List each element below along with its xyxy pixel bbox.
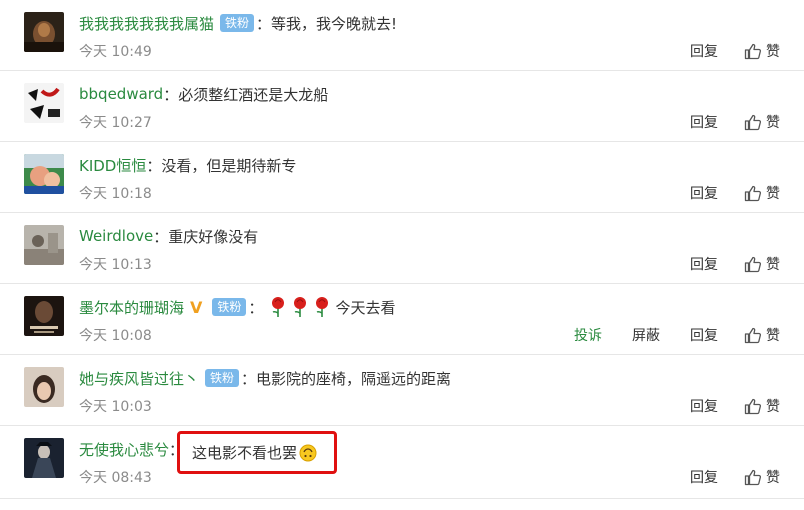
rose-icon — [272, 297, 285, 317]
comment-text: 必须整红酒还是大龙船 — [178, 85, 329, 104]
thumbs-up-icon — [744, 327, 762, 344]
username-link[interactable]: 无使我心悲兮 — [79, 439, 169, 460]
like-button[interactable]: 赞 — [744, 254, 780, 274]
comment-item: 无使我心悲兮 ： 今天 08:43 回复 赞 — [0, 426, 804, 499]
username-link[interactable]: bbqedward — [79, 85, 163, 103]
avatar[interactable] — [24, 83, 64, 123]
avatar[interactable] — [24, 296, 64, 336]
colon: ： — [153, 227, 169, 246]
colon: ： — [163, 85, 179, 104]
comment-text: 等我，我今晚就去! — [271, 14, 398, 33]
colon: ： — [146, 156, 162, 175]
like-label: 赞 — [766, 257, 780, 273]
like-button[interactable]: 赞 — [744, 467, 780, 487]
block-button[interactable]: 屏蔽 — [632, 325, 660, 345]
comment-item: 墨尔本的珊瑚海 V 铁粉 ： 今天去看 今天 10:08 投诉 屏蔽 回复 赞 — [0, 284, 804, 355]
username-link[interactable]: Weirdlove — [79, 227, 153, 245]
rose-icon — [294, 297, 307, 317]
username-link[interactable]: 墨尔本的珊瑚海 — [79, 297, 184, 318]
comment-list: 我我我我我我我属猫 铁粉 ： 等我，我今晚就去! 今天 10:49 回复 赞 b… — [0, 0, 804, 510]
like-label: 赞 — [766, 186, 780, 202]
fan-badge[interactable]: 铁粉 — [220, 14, 255, 32]
highlighted-comment-box: 这电影不看也罢 — [177, 431, 337, 474]
comment-item: Weirdlove ： 重庆好像没有 今天 10:13 回复 赞 — [0, 213, 804, 284]
comment-time: 今天 10:18 — [79, 186, 152, 202]
comment-item: 她与疾风皆过往丶 铁粉 ： 电影院的座椅，隔遥远的距离 今天 10:03 回复 … — [0, 355, 804, 426]
comment-item: 我我我我我我我属猫 铁粉 ： 等我，我今晚就去! 今天 10:49 回复 赞 — [0, 0, 804, 71]
thumbs-up-icon — [744, 114, 762, 131]
avatar[interactable] — [24, 154, 64, 194]
username-link[interactable]: KIDD恒恒 — [79, 155, 146, 176]
comment-text: 今天去看 — [335, 298, 396, 317]
comment-item: KIDD恒恒 ： 没看，但是期待新专 今天 10:18 回复 赞 — [0, 142, 804, 213]
fan-badge[interactable]: 铁粉 — [205, 369, 240, 387]
username-link[interactable]: 我我我我我我我属猫 — [79, 13, 214, 34]
thumbs-up-icon — [744, 185, 762, 202]
like-button[interactable]: 赞 — [744, 183, 780, 203]
thumbs-up-icon — [744, 43, 762, 60]
thumbs-up-icon — [744, 469, 762, 486]
colon: ： — [256, 14, 272, 33]
reply-button[interactable]: 回复 — [690, 112, 718, 132]
comment-text: 没看，但是期待新专 — [161, 156, 297, 175]
reply-button[interactable]: 回复 — [690, 325, 718, 345]
comment-text: 这电影不看也罢 — [192, 444, 298, 462]
avatar[interactable] — [24, 12, 64, 52]
report-button[interactable]: 投诉 — [574, 325, 602, 345]
comment-time: 今天 08:43 — [79, 470, 152, 486]
like-label: 赞 — [766, 44, 780, 60]
reply-button[interactable]: 回复 — [690, 254, 718, 274]
comment-time: 今天 10:13 — [79, 257, 152, 273]
reply-button[interactable]: 回复 — [690, 467, 718, 487]
comment-time: 今天 10:08 — [79, 328, 152, 344]
reply-button[interactable]: 回复 — [690, 396, 718, 416]
like-button[interactable]: 赞 — [744, 396, 780, 416]
like-button[interactable]: 赞 — [744, 325, 780, 345]
like-label: 赞 — [766, 115, 780, 131]
like-label: 赞 — [766, 399, 780, 415]
vip-icon[interactable]: V — [190, 298, 202, 317]
comment-time: 今天 10:03 — [79, 399, 152, 415]
upside-down-smile-icon — [299, 444, 317, 461]
avatar[interactable] — [24, 225, 64, 265]
colon: ： — [241, 369, 257, 388]
username-link[interactable]: 她与疾风皆过往丶 — [79, 368, 199, 389]
comment-text: 重庆好像没有 — [168, 227, 259, 246]
comment-time: 今天 10:27 — [79, 115, 152, 131]
thumbs-up-icon — [744, 256, 762, 273]
rose-icon — [316, 297, 329, 317]
like-button[interactable]: 赞 — [744, 112, 780, 132]
comment-time: 今天 10:49 — [79, 44, 152, 60]
comment-text: 电影院的座椅，隔遥远的距离 — [256, 369, 452, 388]
like-label: 赞 — [766, 470, 780, 486]
colon: ： — [248, 298, 264, 317]
thumbs-up-icon — [744, 398, 762, 415]
comment-item: bbqedward ： 必须整红酒还是大龙船 今天 10:27 回复 赞 — [0, 71, 804, 142]
reply-button[interactable]: 回复 — [690, 183, 718, 203]
like-label: 赞 — [766, 328, 780, 344]
reply-button[interactable]: 回复 — [690, 41, 718, 61]
fan-badge[interactable]: 铁粉 — [212, 298, 247, 316]
like-button[interactable]: 赞 — [744, 41, 780, 61]
avatar[interactable] — [24, 367, 64, 407]
avatar[interactable] — [24, 438, 64, 478]
